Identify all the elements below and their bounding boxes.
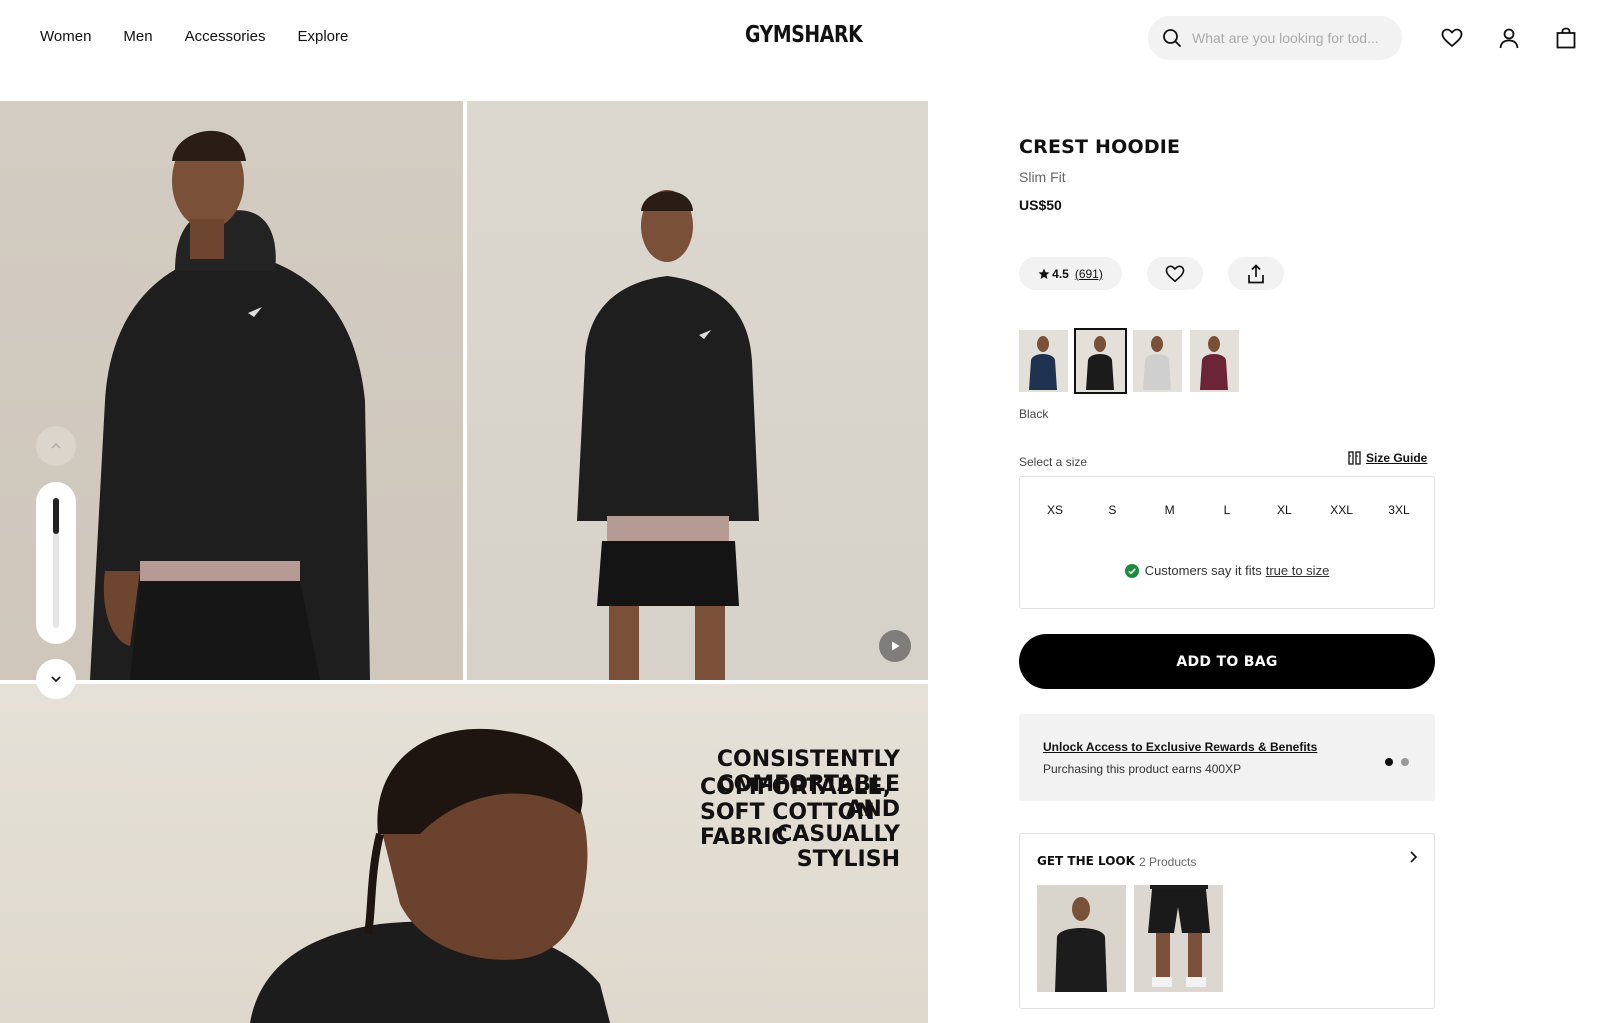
- swatch-black[interactable]: [1074, 328, 1127, 394]
- size-guide-link[interactable]: Size Guide: [1348, 451, 1427, 465]
- gallery-down-button[interactable]: [36, 659, 76, 699]
- swatch-navy[interactable]: [1019, 330, 1068, 392]
- chevron-up-icon: [51, 442, 61, 449]
- swatch-light-grey[interactable]: [1133, 330, 1182, 392]
- model-figure-2: [577, 190, 759, 680]
- carousel-dot-active[interactable]: [1385, 758, 1393, 766]
- fit-note: Customers say it fits true to size: [1020, 563, 1434, 578]
- size-options: XS S M L XL XXL 3XL: [1020, 495, 1434, 525]
- play-icon: [892, 641, 900, 651]
- hoodie-thumbnail: [1037, 885, 1126, 992]
- brand-logo[interactable]: GYMSHARK: [745, 22, 863, 48]
- banner-headline-right: COMFORTABLE, SOFT COTTON FABRIC: [700, 775, 891, 850]
- add-to-bag-button[interactable]: ADD TO BAG: [1019, 634, 1435, 689]
- video-play-button[interactable]: [879, 630, 911, 662]
- share-icon: [1248, 263, 1264, 283]
- swatch-black-image: [1076, 330, 1125, 392]
- size-s[interactable]: S: [1087, 495, 1137, 525]
- size-xs[interactable]: XS: [1030, 495, 1080, 525]
- size-m[interactable]: M: [1145, 495, 1195, 525]
- nav-accessories[interactable]: Accessories: [185, 28, 266, 45]
- nav-women[interactable]: Women: [40, 28, 91, 45]
- main-nav: Women Men Accessories Explore: [40, 28, 348, 45]
- wishlist-icon[interactable]: [1440, 26, 1464, 50]
- rating-value: 4.5: [1052, 266, 1069, 281]
- review-count[interactable]: (691): [1075, 267, 1103, 281]
- gallery-scrollbar[interactable]: [36, 482, 76, 644]
- ruler-icon: [1348, 451, 1361, 465]
- swatch-navy-fill: [1029, 354, 1057, 390]
- size-3xl[interactable]: 3XL: [1374, 495, 1424, 525]
- size-xl[interactable]: XL: [1259, 495, 1309, 525]
- get-the-look-title: GET THE LOOK: [1037, 854, 1135, 868]
- get-the-look-count: 2 Products: [1139, 855, 1197, 869]
- chevron-down-icon: [51, 676, 61, 683]
- look-product-hoodie[interactable]: [1037, 885, 1126, 992]
- product-image-full[interactable]: [467, 101, 928, 680]
- check-circle-icon: [1124, 563, 1139, 578]
- swatch-burgundy-image: [1190, 330, 1239, 392]
- swatch-burgundy[interactable]: [1190, 330, 1239, 392]
- swatch-black-fill: [1086, 354, 1114, 390]
- gallery-up-button[interactable]: [36, 426, 76, 466]
- fit-note-text: Customers say it fits: [1144, 563, 1262, 578]
- add-to-wishlist-button[interactable]: [1147, 257, 1203, 290]
- nav-explore[interactable]: Explore: [297, 28, 348, 45]
- true-to-size-link[interactable]: true to size: [1266, 563, 1330, 578]
- size-guide-label: Size Guide: [1366, 451, 1428, 465]
- search-bar[interactable]: [1148, 16, 1402, 60]
- rewards-link[interactable]: Unlock Access to Exclusive Rewards & Ben…: [1043, 740, 1317, 754]
- heart-icon: [1165, 265, 1185, 282]
- product-fit: Slim Fit: [1019, 169, 1066, 185]
- size-l[interactable]: L: [1202, 495, 1252, 525]
- search-icon: [1162, 28, 1182, 48]
- swatch-burgundy-fill: [1200, 354, 1228, 390]
- size-selector: XS S M L XL XXL 3XL Customers say it fit…: [1019, 476, 1435, 609]
- shorts-thumbnail: [1134, 885, 1223, 992]
- swatch-navy-image: [1019, 330, 1068, 392]
- size-xxl[interactable]: XXL: [1317, 495, 1367, 525]
- search-input[interactable]: [1192, 30, 1392, 46]
- carousel-dot[interactable]: [1401, 758, 1409, 766]
- product-gallery: [0, 101, 928, 1023]
- product-price: US$50: [1019, 197, 1062, 213]
- account-icon[interactable]: [1497, 26, 1521, 50]
- scrollbar-thumb[interactable]: [53, 498, 59, 534]
- star-icon: [1038, 268, 1050, 279]
- site-header: Women Men Accessories Explore GYMSHARK: [0, 0, 1600, 78]
- chevron-right-icon[interactable]: [1408, 850, 1418, 864]
- swatch-light-grey-fill: [1143, 354, 1171, 390]
- bag-icon[interactable]: [1554, 26, 1578, 50]
- nav-men[interactable]: Men: [123, 28, 152, 45]
- rewards-subtitle: Purchasing this product earns 400XP: [1043, 762, 1242, 776]
- rating-button[interactable]: 4.5 (691): [1019, 257, 1122, 290]
- look-product-shorts[interactable]: [1134, 885, 1223, 992]
- get-the-look-panel: GET THE LOOK 2 Products: [1019, 833, 1435, 1009]
- share-button[interactable]: [1228, 257, 1284, 290]
- rewards-banner: Unlock Access to Exclusive Rewards & Ben…: [1019, 714, 1435, 801]
- selected-color-label: Black: [1019, 407, 1049, 421]
- product-title: CREST HOODIE: [1019, 136, 1181, 158]
- swatch-light-grey-image: [1133, 330, 1182, 392]
